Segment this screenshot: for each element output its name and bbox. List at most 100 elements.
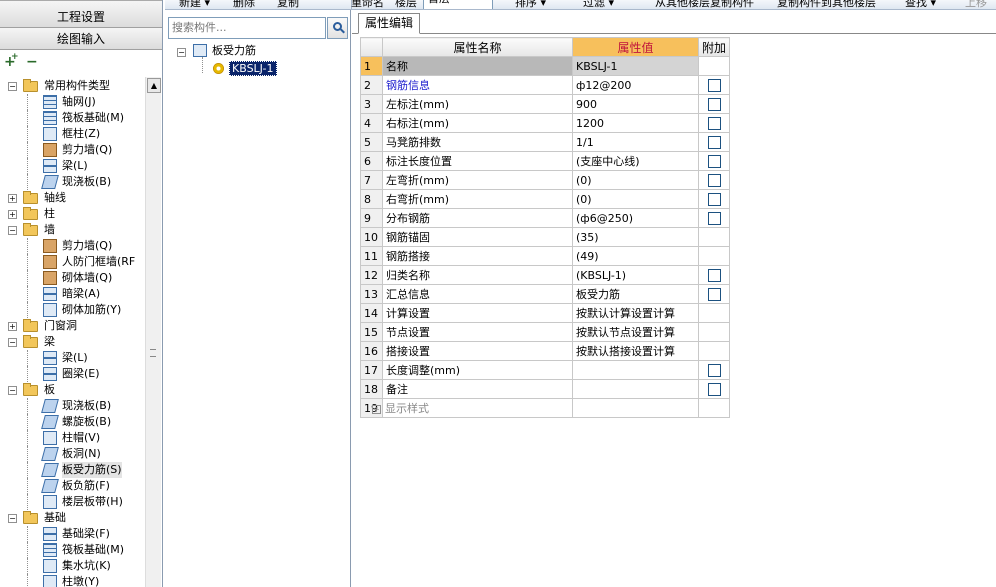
row-number[interactable]: 9 [360,208,383,228]
row-number[interactable]: 11 [360,246,383,266]
tree-folder[interactable]: + 轴线 [0,190,145,206]
filter-button[interactable]: 过滤 ▾ [583,0,614,9]
extra-checkbox[interactable] [707,363,721,377]
property-row[interactable]: 8 右弯折(mm) (0) [360,189,731,209]
property-name-cell[interactable]: 右弯折(mm) [382,189,573,209]
extra-checkbox[interactable] [707,97,721,111]
sort-button[interactable]: 排序 ▾ [515,0,546,9]
property-name-cell[interactable]: 分布钢筋 [382,208,573,228]
property-value-cell[interactable]: (ф6@250) [572,208,699,228]
property-value-cell[interactable]: (KBSLJ-1) [572,265,699,285]
delete-button[interactable]: 删除 [233,0,255,9]
tree-item[interactable]: 筏板基础(M) [0,110,145,126]
extra-cell[interactable] [697,265,731,285]
property-row[interactable]: 7 左弯折(mm) (0) [360,170,731,190]
property-row[interactable]: 9 分布钢筋 (ф6@250) [360,208,731,228]
extra-checkbox[interactable] [707,135,721,149]
property-value-cell[interactable]: 按默认搭接设置计算 [572,341,699,361]
property-row[interactable]: 17 长度调整(mm) [360,360,731,380]
floor-select[interactable]: 首层 [423,0,493,9]
property-value-cell[interactable] [572,398,699,418]
row-number[interactable]: 14 [360,303,383,323]
tree-item[interactable]: 现浇板(B) [0,174,145,190]
property-name-cell[interactable]: 钢筋信息 [382,75,573,95]
property-row[interactable]: 18 备注 [360,379,731,399]
tree-item[interactable]: 剪力墙(Q) [0,142,145,158]
tree-item[interactable]: 螺旋板(B) [0,414,145,430]
property-row[interactable]: 16 搭接设置 按默认搭接设置计算 [360,341,731,361]
component-search-input[interactable]: 搜索构件... [168,17,326,39]
property-value-cell[interactable]: 900 [572,94,699,114]
extra-cell[interactable] [697,170,731,190]
extra-cell[interactable] [697,379,731,399]
tree-item[interactable]: 柱墩(Y) [0,574,145,587]
tree-item[interactable]: 圈梁(E) [0,366,145,382]
search-button[interactable] [327,17,348,39]
collapse-icon[interactable]: − [8,226,17,235]
row-number[interactable]: 12 [360,265,383,285]
property-value-cell[interactable]: 1200 [572,113,699,133]
collapse-icon[interactable]: − [8,386,17,395]
property-name-cell[interactable]: 钢筋锚固 [382,227,573,247]
tree-folder[interactable]: − 梁 [0,334,145,350]
property-name-cell[interactable]: 节点设置 [382,322,573,342]
extra-cell[interactable] [697,360,731,380]
expand-icon[interactable]: + [372,404,381,414]
component-item[interactable]: KBSLJ-1 [229,61,277,77]
row-number[interactable]: 2 [360,75,383,95]
extra-checkbox[interactable] [707,154,721,168]
project-settings-button[interactable]: 工程设置 [0,0,162,28]
copy-from-floor-button[interactable]: 从其他楼层复制构件 [655,0,754,9]
tree-item[interactable]: 框柱(Z) [0,126,145,142]
tree-folder[interactable]: − 常用构件类型 [0,78,145,94]
extra-checkbox[interactable] [707,287,721,301]
copy-button[interactable]: 复制 [277,0,299,9]
row-number[interactable]: 15 [360,322,383,342]
new-button[interactable]: 新建 ▾ [179,0,210,9]
property-name-cell[interactable]: + 显示样式 [372,398,573,418]
drawing-input-button[interactable]: 绘图输入 [0,28,162,50]
extra-cell[interactable] [697,151,731,171]
tree-item[interactable]: 基础梁(F) [0,526,145,542]
property-name-cell[interactable]: 马凳筋排数 [382,132,573,152]
tab-property-edit[interactable]: 属性编辑 [358,13,421,34]
row-number[interactable]: 4 [360,113,383,133]
extra-cell[interactable] [697,132,731,152]
property-name-cell[interactable]: 归类名称 [382,265,573,285]
property-row[interactable]: 5 马凳筋排数 1/1 [360,132,731,152]
property-value-cell[interactable]: 按默认节点设置计算 [572,322,699,342]
tree-item[interactable]: 板受力筋(S) [0,462,145,478]
tree-folder[interactable]: + 柱 [0,206,145,222]
property-name-cell[interactable]: 名称 [382,56,573,76]
tree-item[interactable]: 现浇板(B) [0,398,145,414]
property-name-cell[interactable]: 左弯折(mm) [382,170,573,190]
property-name-cell[interactable]: 长度调整(mm) [382,360,573,380]
property-value-cell[interactable] [572,360,699,380]
property-row[interactable]: 3 左标注(mm) 900 [360,94,731,114]
property-name-cell[interactable]: 右标注(mm) [382,113,573,133]
row-number[interactable]: 5 [360,132,383,152]
extra-checkbox[interactable] [707,211,721,225]
collapse-icon[interactable]: − [8,338,17,347]
move-up-button[interactable]: 上移 [965,0,987,9]
property-row[interactable]: 1 名称 KBSLJ-1 [360,56,731,76]
scroll-thumb-grip[interactable] [150,349,156,357]
row-number[interactable]: 6 [360,151,383,171]
row-number[interactable]: 8 [360,189,383,209]
copy-to-floor-button[interactable]: 复制构件到其他楼层 [777,0,876,9]
property-row[interactable]: 6 标注长度位置 (支座中心线) [360,151,731,171]
rename-button[interactable]: 重命名 [351,0,384,9]
tree-item[interactable]: 筏板基础(M) [0,542,145,558]
tree-item[interactable]: 轴网(J) [0,94,145,110]
tree-item[interactable]: 暗梁(A) [0,286,145,302]
property-row[interactable]: 10 钢筋锚固 (35) [360,227,731,247]
tree-item[interactable]: 楼层板带(H) [0,494,145,510]
component-root-label[interactable]: 板受力筋 [212,43,256,59]
extra-cell[interactable] [697,189,731,209]
tree-item[interactable]: 集水坑(K) [0,558,145,574]
extra-checkbox[interactable] [707,78,721,92]
tree-item[interactable]: 板负筋(F) [0,478,145,494]
row-number[interactable]: 3 [360,94,383,114]
property-value-cell[interactable] [572,379,699,399]
property-row[interactable]: 11 钢筋搭接 (49) [360,246,731,266]
